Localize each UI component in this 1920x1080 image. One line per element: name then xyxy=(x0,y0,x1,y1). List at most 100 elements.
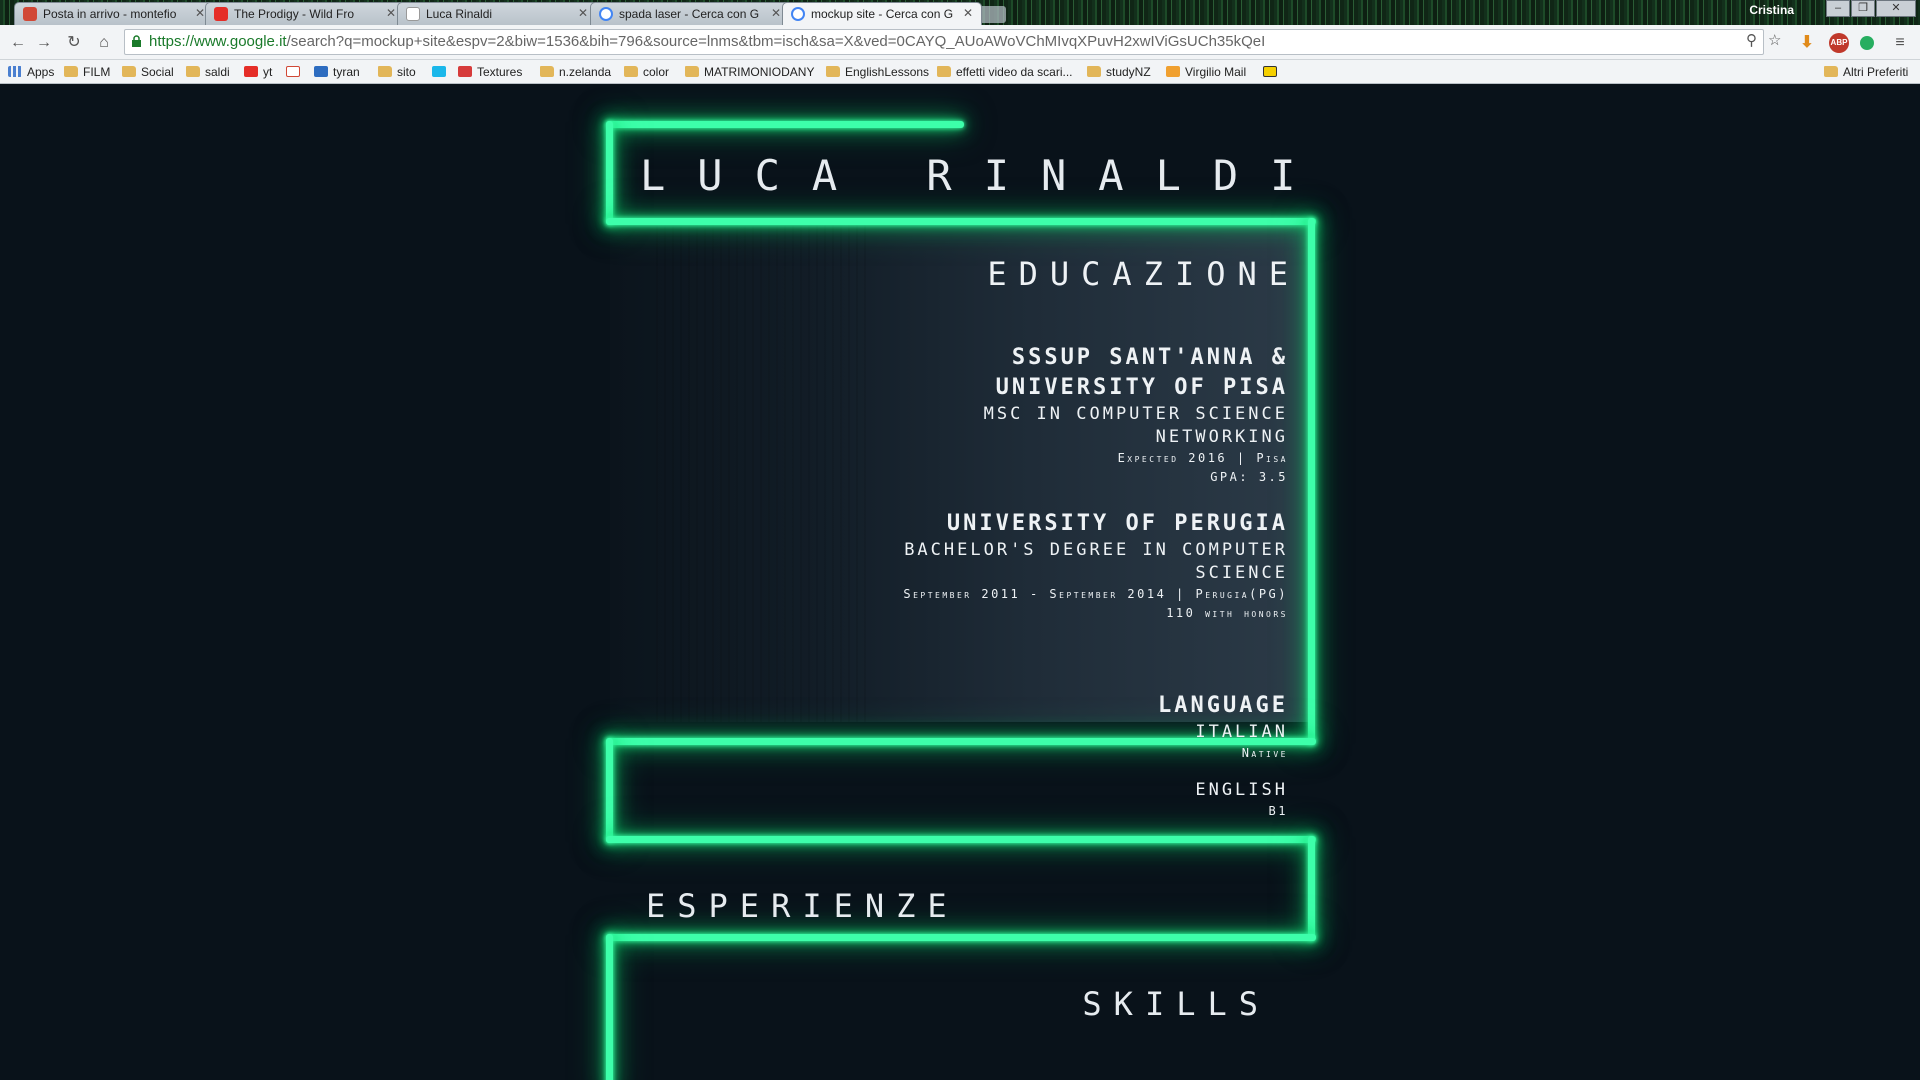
education-entry: UNIVERSITY OF PERUGIA BACHELOR'S DEGREE … xyxy=(903,509,1288,623)
folder-icon xyxy=(826,66,840,77)
degree-title: MSC IN COMPUTER SCIENCE xyxy=(983,404,1288,424)
virgilio-icon xyxy=(1166,66,1180,77)
bookmark-textures[interactable]: Textures xyxy=(458,64,522,80)
education-entry: SSSUP SANT'ANNA & UNIVERSITY OF PISA MSC… xyxy=(984,343,1288,487)
outlook-icon xyxy=(314,66,328,77)
google-icon xyxy=(791,7,805,21)
bookmark-virgilio[interactable]: Virgilio Mail xyxy=(1166,64,1246,80)
tab-spada-laser[interactable]: spada laser - Cerca con G ✕ xyxy=(590,2,790,25)
address-bar[interactable]: https://www.google.it/search?q=mockup+si… xyxy=(124,29,1764,55)
neon-line xyxy=(606,218,1316,225)
skills-heading[interactable]: SKILLS xyxy=(1082,985,1270,1023)
bookmark-folder[interactable]: effetti video da scari... xyxy=(937,64,1073,80)
education-details: Expected 2016 | Pisa xyxy=(1117,451,1288,465)
bookmark-folder[interactable]: Social xyxy=(122,64,174,80)
education-grade: 110 with honors xyxy=(1166,606,1288,620)
tab-label: spada laser - Cerca con G xyxy=(619,7,760,21)
folder-icon xyxy=(64,66,78,77)
bookmark-folder[interactable]: color xyxy=(624,64,669,80)
bookmark-folder[interactable]: n.zelanda xyxy=(540,64,611,80)
degree-title: SCIENCE xyxy=(1195,563,1288,583)
neon-line xyxy=(606,738,613,843)
education-details: September 2011 - September 2014 | Perugi… xyxy=(903,587,1288,601)
google-icon xyxy=(599,7,613,21)
neon-line xyxy=(606,934,1316,941)
bookmark-folder[interactable]: MATRIMONIODANY xyxy=(685,64,814,80)
bookmark-norton[interactable] xyxy=(1263,64,1282,80)
bookmarks-bar: Apps FILM Social saldi yt tyran sito Tex… xyxy=(0,60,1920,84)
folder-icon xyxy=(186,66,200,77)
neon-line xyxy=(606,934,613,1080)
tab-label: Posta in arrivo - montefio xyxy=(43,7,177,21)
neon-line xyxy=(606,121,964,128)
download-icon[interactable]: ⬇ xyxy=(1797,33,1817,53)
experience-heading[interactable]: ESPERIENZE xyxy=(646,887,959,925)
close-icon[interactable]: ✕ xyxy=(963,6,973,20)
adblock-icon[interactable]: ABP xyxy=(1829,33,1849,53)
menu-icon[interactable]: ≡ xyxy=(1890,33,1910,53)
bookmark-apps[interactable]: Apps xyxy=(8,64,54,80)
tab-gmail[interactable]: Posta in arrivo - montefio ✕ xyxy=(14,2,214,25)
bookmark-tyran[interactable]: tyran xyxy=(314,64,360,80)
bookmark-folder[interactable]: FILM xyxy=(64,64,110,80)
bookmark-folder[interactable]: saldi xyxy=(186,64,230,80)
vimeo-icon xyxy=(432,66,446,77)
folder-icon xyxy=(1087,66,1101,77)
folder-icon xyxy=(937,66,951,77)
close-window-button[interactable]: ✕ xyxy=(1876,0,1916,17)
education-heading: EDUCAZIONE xyxy=(987,255,1300,293)
bookmark-folder[interactable]: sito xyxy=(378,64,416,80)
page-content: LUCA RINALDI EDUCAZIONE SSSUP SANT'ANNA … xyxy=(0,85,1920,1080)
neon-line xyxy=(1308,836,1315,941)
folder-icon xyxy=(540,66,554,77)
gmail-icon xyxy=(286,66,300,77)
education-gpa: GPA: 3.5 xyxy=(1210,470,1288,484)
institution-name: UNIVERSITY OF PERUGIA xyxy=(946,511,1288,536)
youtube-icon xyxy=(244,66,258,77)
bookmark-folder[interactable]: EnglishLessons xyxy=(826,64,929,80)
youtube-icon xyxy=(214,7,228,21)
folder-icon xyxy=(1824,66,1838,77)
extension-icon[interactable] xyxy=(1860,36,1874,50)
close-icon[interactable]: ✕ xyxy=(771,6,781,20)
minimize-button[interactable]: – xyxy=(1826,0,1850,17)
bookmark-vimeo[interactable] xyxy=(432,64,451,80)
lock-icon xyxy=(132,35,141,47)
back-button[interactable]: ← xyxy=(8,33,28,53)
language-level: B1 xyxy=(1268,804,1288,818)
close-icon[interactable]: ✕ xyxy=(386,6,396,20)
forward-button[interactable]: → xyxy=(34,33,54,53)
tab-label: Luca Rinaldi xyxy=(426,7,493,21)
tab-mockup-site[interactable]: mockup site - Cerca con G ✕ xyxy=(782,2,982,25)
norton-icon xyxy=(1263,66,1277,77)
folder-icon xyxy=(122,66,136,77)
textures-icon xyxy=(458,66,472,77)
language-level: Native xyxy=(1241,746,1288,760)
tab-luca-rinaldi[interactable]: Luca Rinaldi ✕ xyxy=(397,2,597,25)
maximize-button[interactable]: ❐ xyxy=(1851,0,1875,17)
language-name: ENGLISH xyxy=(1195,780,1288,800)
close-icon[interactable]: ✕ xyxy=(195,6,205,20)
neon-line xyxy=(606,836,1316,843)
institution-name: UNIVERSITY OF PISA xyxy=(995,375,1288,400)
degree-title: BACHELOR'S DEGREE IN COMPUTER xyxy=(904,540,1288,560)
bookmark-folder[interactable]: studyNZ xyxy=(1087,64,1151,80)
folder-icon xyxy=(624,66,638,77)
tab-label: The Prodigy - Wild Fro xyxy=(234,7,355,21)
apps-icon xyxy=(8,66,22,77)
home-button[interactable]: ⌂ xyxy=(94,33,114,53)
profile-name[interactable]: Cristina xyxy=(1749,3,1794,17)
browser-toolbar: ← → ↻ ⌂ https://www.google.it/search?q=m… xyxy=(0,25,1920,60)
bookmark-yt[interactable]: yt xyxy=(244,64,272,80)
folder-icon xyxy=(685,66,699,77)
bookmark-gmail[interactable] xyxy=(286,64,305,80)
language-heading: LANGUAGE xyxy=(1158,693,1288,718)
close-icon[interactable]: ✕ xyxy=(578,6,588,20)
tab-youtube[interactable]: The Prodigy - Wild Fro ✕ xyxy=(205,2,405,25)
reload-button[interactable]: ↻ xyxy=(64,33,84,53)
bookmark-other[interactable]: Altri Preferiti xyxy=(1824,64,1908,80)
neon-line xyxy=(1308,218,1315,745)
url-path: /search?q=mockup+site&espv=2&biw=1536&bi… xyxy=(286,33,1266,50)
star-icon[interactable]: ☆ xyxy=(1768,31,1781,49)
search-icon[interactable]: ⚲ xyxy=(1746,31,1757,49)
